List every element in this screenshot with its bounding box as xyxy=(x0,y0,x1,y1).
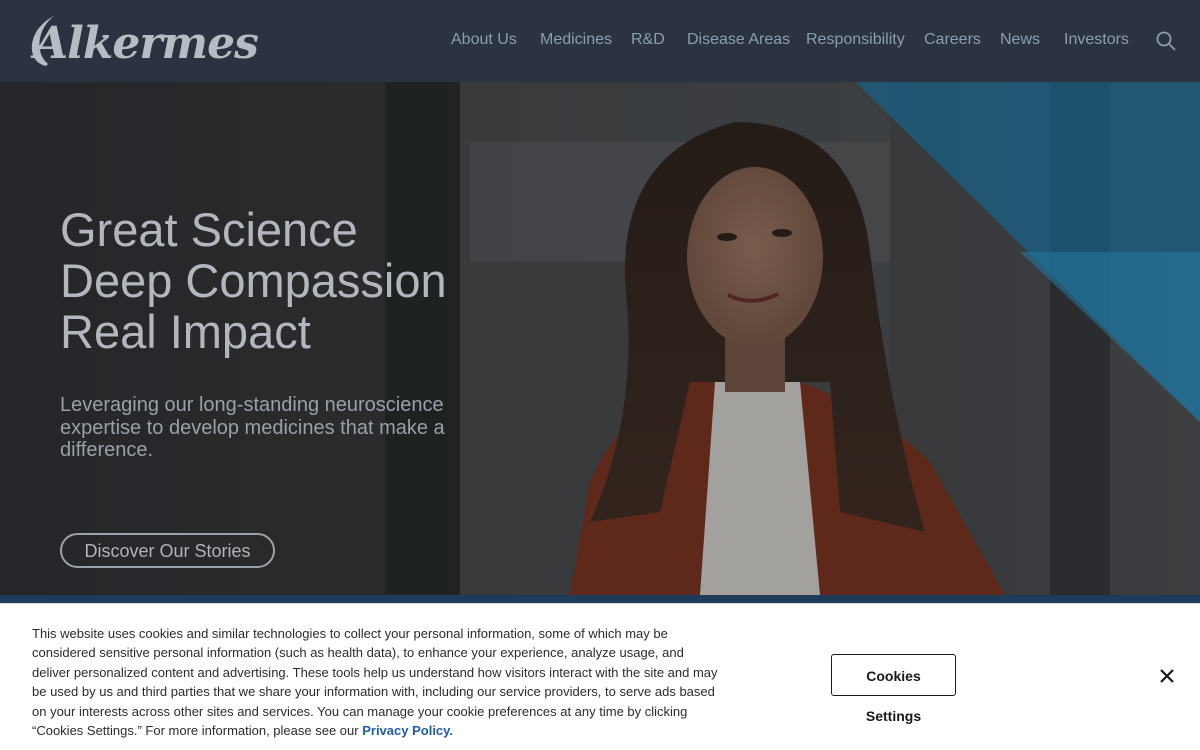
hero-bottom-strip xyxy=(0,595,1200,603)
nav-rd[interactable]: R&D xyxy=(631,31,665,49)
nav-investors[interactable]: Investors xyxy=(1064,31,1129,49)
nav-about-us[interactable]: About Us xyxy=(451,31,517,49)
nav-careers[interactable]: Careers xyxy=(924,31,981,49)
headline-line-3: Real Impact xyxy=(60,305,311,358)
search-icon[interactable] xyxy=(1156,31,1176,51)
cookies-settings-button[interactable]: Cookies Settings xyxy=(831,654,956,724)
site-header: Alkermes About Us Medicines R&D Disease … xyxy=(0,0,1200,82)
headline-line-1: Great Science xyxy=(60,203,358,256)
hero-subtext: Leveraging our long-standing neuroscienc… xyxy=(60,394,445,461)
nav-disease-areas[interactable]: Disease Areas xyxy=(687,31,790,49)
nav-responsibility[interactable]: Responsibility xyxy=(806,31,905,49)
cookie-banner: This website uses cookies and similar te… xyxy=(0,603,1200,750)
nav-news[interactable]: News xyxy=(1000,31,1040,49)
nav-medicines[interactable]: Medicines xyxy=(540,31,612,49)
logo-wordmark: Alkermes xyxy=(34,18,259,69)
cookie-banner-text: This website uses cookies and similar te… xyxy=(32,624,722,740)
headline-line-2: Deep Compassion xyxy=(60,254,447,307)
cookie-description: This website uses cookies and similar te… xyxy=(32,626,718,739)
hero-headline: Great Science Deep Compassion Real Impac… xyxy=(60,204,540,357)
close-icon[interactable] xyxy=(1157,666,1177,686)
discover-our-stories-button[interactable]: Discover Our Stories xyxy=(60,533,275,568)
hero-section: Great Science Deep Compassion Real Impac… xyxy=(0,82,1200,595)
privacy-policy-link[interactable]: Privacy Policy. xyxy=(362,723,453,738)
alkermes-logo[interactable]: Alkermes xyxy=(24,12,259,70)
